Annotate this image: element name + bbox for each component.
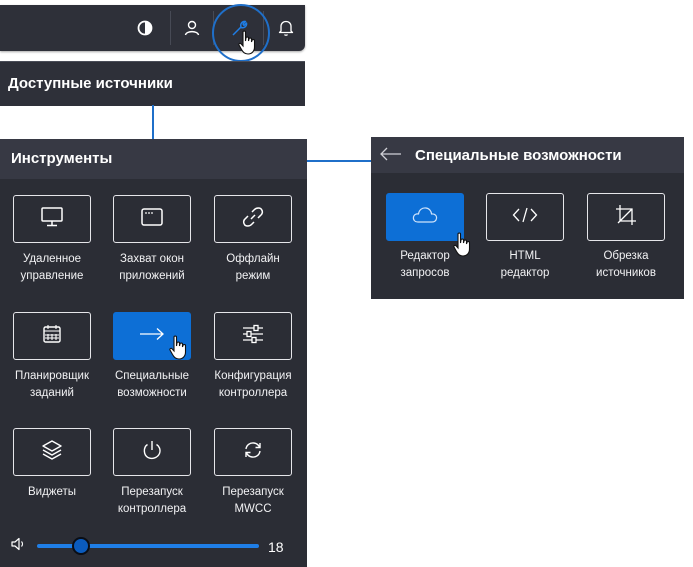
tool-controller-config-button[interactable] [214, 312, 292, 360]
tool-offline-mode-button[interactable] [214, 195, 292, 243]
volume-slider-track[interactable] [37, 544, 259, 548]
tool-restart-mwcc-button[interactable] [214, 428, 292, 476]
accessibility-header: Специальные возможности [371, 137, 684, 173]
tool-label: HTML редактор [500, 250, 550, 279]
tool-remote-control-button[interactable] [13, 195, 91, 243]
crop-sources-button[interactable] [587, 193, 665, 241]
back-arrow-icon[interactable] [379, 145, 403, 168]
tool-label: Специальные возможности [114, 370, 190, 399]
tool-label: Виджеты [27, 486, 77, 498]
tool-window-capture-button[interactable] [113, 195, 191, 243]
user-icon[interactable] [172, 9, 212, 47]
volume-icon[interactable] [10, 536, 26, 557]
crop-icon [614, 203, 638, 232]
tool-label: Конфигурация контроллера [214, 370, 292, 399]
code-icon [511, 205, 539, 230]
tool-label: Оффлайн режим [226, 253, 280, 282]
sources-bar: Доступные источники [0, 61, 305, 106]
sources-title: Доступные источники [8, 75, 173, 92]
tools-panel: Инструменты Удаленное управление Захват о… [0, 139, 307, 567]
tool-label: Планировщик заданий [15, 370, 89, 399]
tool-label: Обрезка источников [596, 250, 656, 279]
tool-label: Удаленное управление [20, 253, 84, 282]
tool-label: Перезапуск MWCC [222, 486, 284, 515]
accessibility-title: Специальные возможности [415, 147, 622, 164]
connector-line [306, 160, 372, 162]
window-icon [140, 207, 164, 232]
html-editor-button[interactable] [486, 193, 564, 241]
toolbar-divider [170, 11, 171, 45]
tool-label: Захват окон приложений [119, 253, 185, 282]
connector-line [152, 105, 154, 139]
contrast-icon[interactable] [125, 9, 165, 47]
arrow-right-icon [139, 327, 165, 346]
tools-title: Инструменты [11, 150, 113, 167]
tool-label: Перезапуск контроллера [117, 486, 187, 515]
bell-icon[interactable] [266, 9, 306, 47]
hand-cursor-icon [169, 335, 189, 366]
hand-cursor-icon [453, 232, 473, 263]
power-icon [140, 438, 164, 467]
layers-icon [40, 438, 64, 467]
calendar-icon [41, 323, 63, 350]
accessibility-panel: Специальные возможности Редактор запросов… [371, 137, 684, 299]
cloud-icon [411, 205, 439, 230]
refresh-icon [241, 438, 265, 467]
tool-restart-controller-button[interactable] [113, 428, 191, 476]
volume-value: 18 [268, 539, 284, 555]
link-icon [241, 205, 265, 234]
monitor-icon [40, 206, 64, 233]
sliders-icon [241, 323, 265, 350]
tool-scheduler-button[interactable] [13, 312, 91, 360]
tool-widgets-button[interactable] [13, 428, 91, 476]
tools-header: Инструменты [0, 139, 307, 179]
hand-cursor-icon [238, 30, 258, 61]
